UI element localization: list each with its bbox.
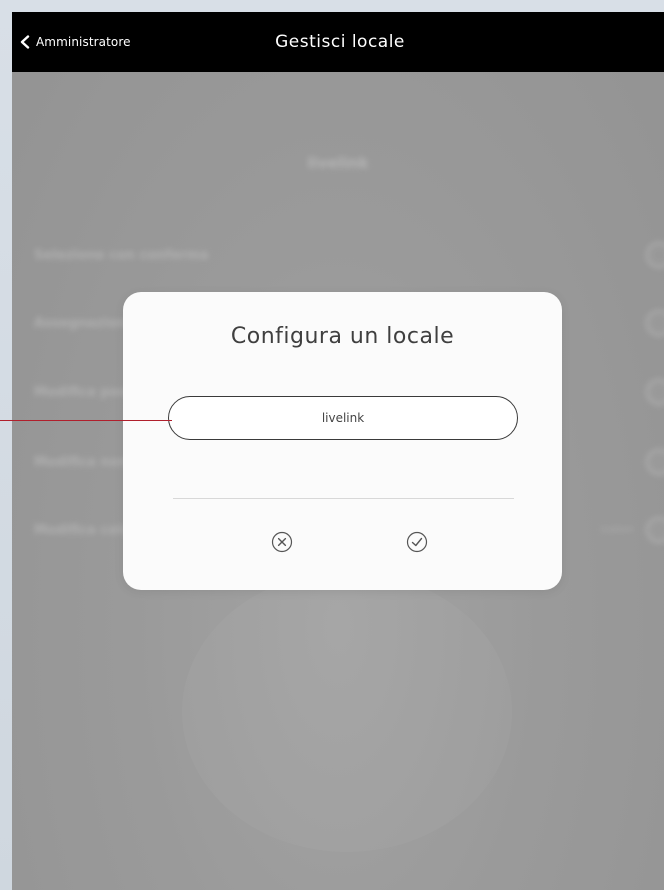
background-row-extra: custom (600, 525, 634, 535)
background-row: Selezione con conferma (34, 242, 664, 268)
cancel-button[interactable] (270, 531, 294, 557)
toggle-icon (646, 242, 664, 268)
navigation-bar: Amministratore Gestisci locale (12, 12, 664, 72)
callout-line (0, 420, 172, 421)
configure-room-dialog: Configura un locale livelink (123, 292, 562, 590)
room-name-input[interactable]: livelink (168, 396, 518, 440)
toggle-icon (646, 449, 664, 475)
dialog-title: Configura un locale (230, 324, 455, 349)
confirm-icon (406, 531, 428, 557)
page-title: Gestisci locale (275, 32, 405, 52)
background-row-label: Assegnazione (34, 315, 135, 331)
toggle-icon (646, 517, 664, 543)
toggle-icon (646, 379, 664, 405)
confirm-button[interactable] (405, 531, 429, 557)
device-screen: livelink Selezione con conferma Assegnaz… (12, 12, 664, 890)
dialog-divider (173, 498, 514, 499)
background-row-label: Selezione con conferma (34, 247, 209, 263)
toggle-icon (646, 310, 664, 336)
background-heading: livelink (307, 154, 369, 172)
cancel-icon (271, 531, 293, 557)
